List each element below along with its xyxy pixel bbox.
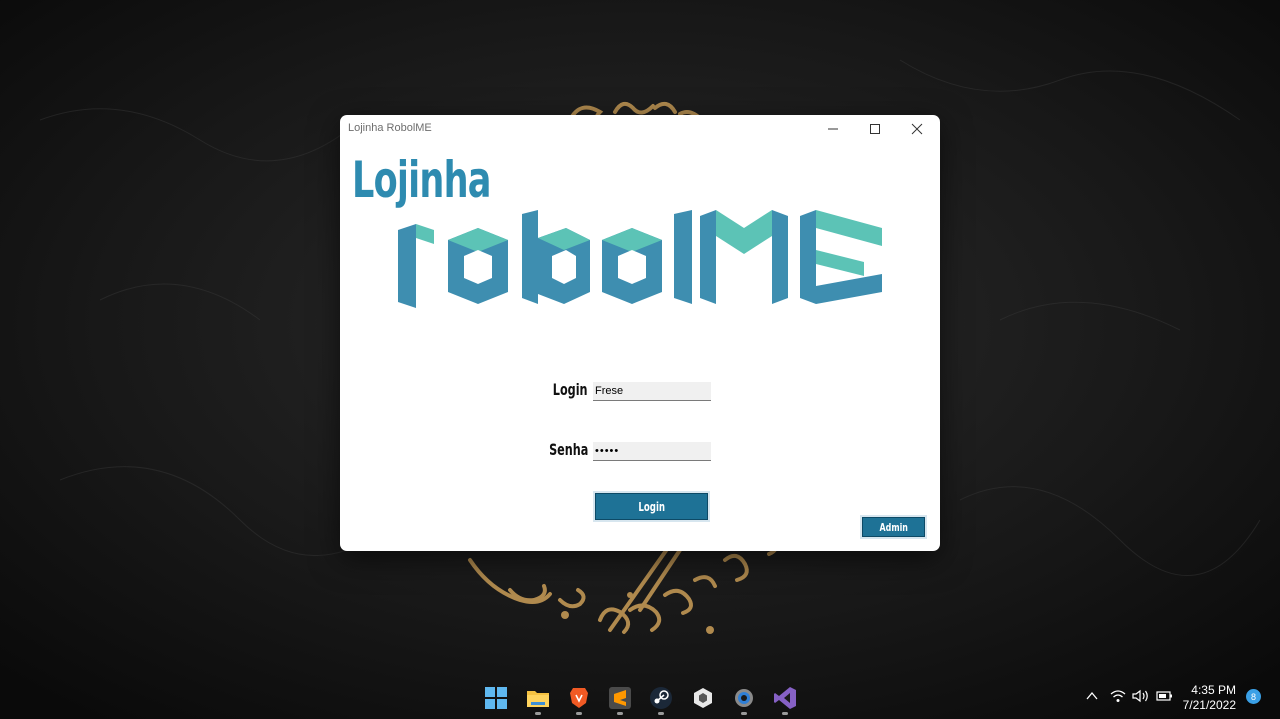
- admin-button-label: Admin: [879, 520, 908, 534]
- steam-indicator: [658, 712, 664, 715]
- sublime-text-icon[interactable]: [608, 686, 632, 710]
- start-icon[interactable]: [484, 686, 508, 710]
- clock-date[interactable]: 7/21/2022: [1183, 698, 1236, 712]
- unity-icon[interactable]: [691, 686, 715, 710]
- robolme-logo: [398, 210, 882, 308]
- minimize-icon: [828, 128, 838, 130]
- window-title: Lojinha RobolME: [348, 122, 432, 134]
- settings-icon[interactable]: [732, 686, 756, 710]
- visual-studio-icon[interactable]: [773, 686, 797, 710]
- brand-title: Lojinha: [352, 151, 491, 209]
- chevron-up-icon[interactable]: [1086, 691, 1098, 701]
- maximize-button[interactable]: [854, 115, 896, 143]
- login-button-label: Login: [638, 499, 665, 514]
- brave-indicator: [576, 712, 582, 715]
- password-input[interactable]: [593, 442, 711, 461]
- notification-badge[interactable]: 8: [1246, 689, 1261, 704]
- login-button[interactable]: Login: [593, 491, 710, 522]
- battery-icon[interactable]: [1155, 689, 1173, 703]
- close-button[interactable]: [896, 115, 938, 143]
- login-label: Login: [553, 380, 588, 399]
- brave-icon[interactable]: [567, 686, 591, 710]
- file-explorer-icon[interactable]: [526, 686, 550, 710]
- visual-studio-indicator: [782, 712, 788, 715]
- password-label: Senha: [548, 440, 588, 459]
- file-explorer-indicator: [535, 712, 541, 715]
- settings-indicator: [741, 712, 747, 715]
- clock-time[interactable]: 4:35 PM: [1191, 683, 1236, 697]
- admin-button[interactable]: Admin: [860, 515, 927, 539]
- steam-icon[interactable]: [649, 686, 673, 710]
- login-window: Lojinha RobolME Lojinha Login Frese Senh…: [340, 115, 940, 551]
- sublime-text-indicator: [617, 712, 623, 715]
- minimize-button[interactable]: [812, 115, 854, 143]
- wifi-icon[interactable]: [1110, 689, 1126, 703]
- title-bar[interactable]: Lojinha RobolME: [340, 115, 940, 143]
- volume-icon[interactable]: [1132, 689, 1150, 703]
- login-input[interactable]: [593, 382, 711, 401]
- maximize-icon: [870, 124, 880, 134]
- close-icon: [911, 123, 923, 135]
